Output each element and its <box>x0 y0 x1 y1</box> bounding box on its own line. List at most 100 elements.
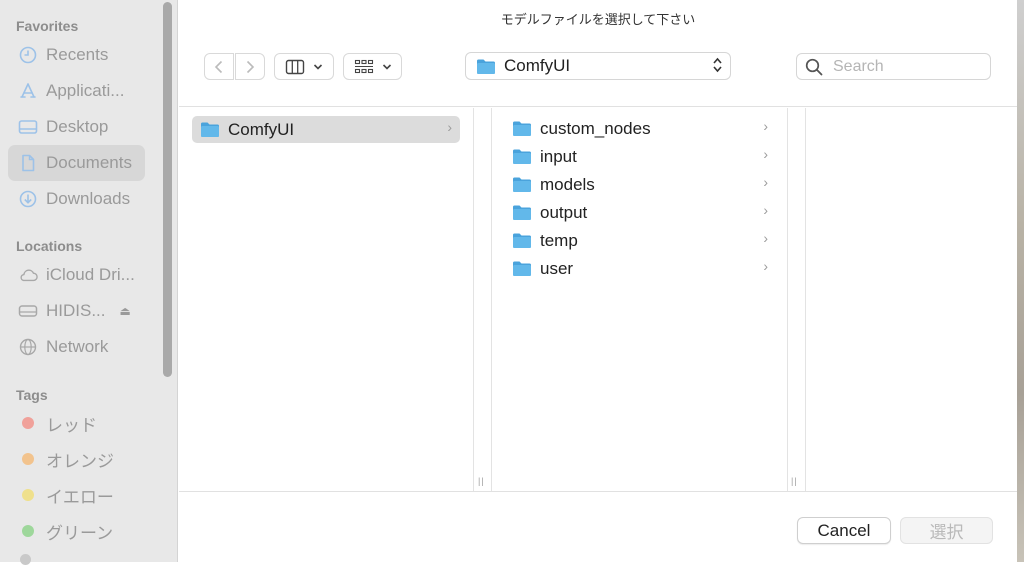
column-row-temp[interactable]: temp › <box>512 227 776 254</box>
drive-icon <box>18 301 38 321</box>
sidebar-item-documents[interactable]: Documents <box>8 145 145 181</box>
chevron-right-icon: › <box>763 146 768 162</box>
background-window-edge <box>1017 0 1024 562</box>
view-mode-button[interactable] <box>274 53 334 80</box>
path-label: ComfyUI <box>504 56 571 75</box>
column-3 <box>806 108 1017 491</box>
sidebar-item-label: イエロー <box>46 487 114 507</box>
sidebar-item-network[interactable]: Network <box>8 329 145 365</box>
footer-divider <box>179 491 1017 492</box>
globe-icon <box>18 337 38 357</box>
updown-chevron-icon <box>713 57 722 75</box>
chevron-left-icon <box>214 60 223 73</box>
chevron-down-icon <box>313 63 323 70</box>
yellow-tag-dot-icon <box>22 489 34 501</box>
chevron-right-icon: › <box>763 230 768 246</box>
folder-icon <box>513 233 531 248</box>
column-row-input[interactable]: input › <box>512 143 776 170</box>
columns-view-icon <box>285 59 305 74</box>
sidebar-item-applications[interactable]: Applicati... <box>8 73 145 109</box>
sidebar-item-label: Network <box>46 337 109 356</box>
column-row-comfyui[interactable]: ComfyUI › <box>192 116 460 143</box>
row-label: output <box>540 202 588 222</box>
row-label: input <box>540 146 577 166</box>
folder-icon <box>513 205 531 220</box>
group-button[interactable] <box>343 53 402 80</box>
row-label: temp <box>540 230 578 250</box>
sidebar-item-label: グリーン <box>46 523 114 543</box>
document-icon <box>18 153 38 173</box>
eject-icon[interactable]: ⏏ <box>120 304 131 318</box>
sidebar-item-label: iCloud Dri... <box>46 265 135 284</box>
green-tag-dot-icon <box>22 525 34 537</box>
sidebar-item-downloads[interactable]: Downloads <box>8 181 145 217</box>
chevron-right-icon: › <box>763 174 768 190</box>
sidebar-item-label: オレンジ <box>46 451 114 471</box>
column-resize-handle[interactable]: || <box>478 476 485 486</box>
sidebar-tag-green[interactable]: グリーン <box>8 513 145 549</box>
column-row-user[interactable]: user › <box>512 255 776 282</box>
sidebar-tag-red[interactable]: レッド <box>8 405 145 441</box>
row-label: models <box>540 174 595 194</box>
column-row-output[interactable]: output › <box>512 199 776 226</box>
sidebar-item-label: HIDIS... <box>46 301 106 320</box>
toolbar-divider <box>179 106 1017 107</box>
column-separator <box>473 108 474 491</box>
choose-button[interactable]: 選択 <box>900 517 993 544</box>
forward-button[interactable] <box>235 53 265 80</box>
path-popup[interactable]: ComfyUI <box>465 52 731 80</box>
sidebar-item-recents[interactable]: Recents <box>8 37 145 73</box>
row-label: user <box>540 258 574 278</box>
sidebar-item-label: レッド <box>46 415 97 435</box>
row-label: ComfyUI <box>228 119 295 139</box>
grid-icon <box>354 59 373 73</box>
sidebar-tag-partial <box>20 554 31 565</box>
applications-icon <box>18 81 38 101</box>
folder-icon <box>513 261 531 276</box>
clock-icon <box>18 45 38 65</box>
back-button[interactable] <box>204 53 234 80</box>
dialog-panel: モデルファイルを選択して下さい ComfyUI Search ComfyUI ›… <box>179 0 1017 562</box>
tags-header: Tags <box>16 387 48 403</box>
folder-icon <box>513 149 531 164</box>
dialog-title: モデルファイルを選択して下さい <box>500 12 696 27</box>
sidebar-item-drive[interactable]: HIDIS... ⏏ <box>8 293 145 329</box>
column-resize-handle[interactable]: || <box>791 476 798 486</box>
chevron-right-icon: › <box>447 119 452 135</box>
folder-icon <box>477 59 495 74</box>
cancel-button[interactable]: Cancel <box>797 517 891 544</box>
locations-header: Locations <box>16 238 83 254</box>
row-label: custom_nodes <box>540 118 651 138</box>
search-icon <box>805 58 823 75</box>
search-input[interactable] <box>831 56 975 77</box>
sidebar-item-label: Desktop <box>46 117 109 136</box>
favorites-header: Favorites <box>16 18 79 34</box>
download-icon <box>18 189 38 209</box>
sidebar-item-label: Downloads <box>46 189 131 208</box>
sidebar-item-label: Recents <box>46 45 109 64</box>
sidebar-scrollbar[interactable] <box>163 2 172 377</box>
chevron-down-icon <box>382 63 391 70</box>
column-row-models[interactable]: models › <box>512 171 776 198</box>
sidebar: Favorites Recents Applicati... Desktop D… <box>0 0 178 565</box>
desktop-icon <box>18 117 38 137</box>
chevron-right-icon <box>246 60 255 73</box>
chevron-right-icon: › <box>763 258 768 274</box>
folder-icon <box>513 177 531 192</box>
folder-icon <box>513 121 531 136</box>
folder-icon <box>201 122 219 137</box>
sidebar-item-icloud[interactable]: iCloud Dri... <box>8 257 145 293</box>
column-row-custom-nodes[interactable]: custom_nodes › <box>512 115 776 142</box>
chevron-right-icon: › <box>763 118 768 134</box>
cloud-icon <box>18 265 38 285</box>
sidebar-tag-yellow[interactable]: イエロー <box>8 477 145 513</box>
column-1: ComfyUI › <box>179 108 473 491</box>
sidebar-tag-orange[interactable]: オレンジ <box>8 441 145 477</box>
search-field[interactable] <box>796 53 991 80</box>
red-tag-dot-icon <box>22 417 34 429</box>
orange-tag-dot-icon <box>22 453 34 465</box>
column-separator <box>787 108 788 491</box>
sidebar-item-desktop[interactable]: Desktop <box>8 109 145 145</box>
column-2: custom_nodes › input › models › output ›… <box>492 108 787 491</box>
chevron-right-icon: › <box>763 202 768 218</box>
